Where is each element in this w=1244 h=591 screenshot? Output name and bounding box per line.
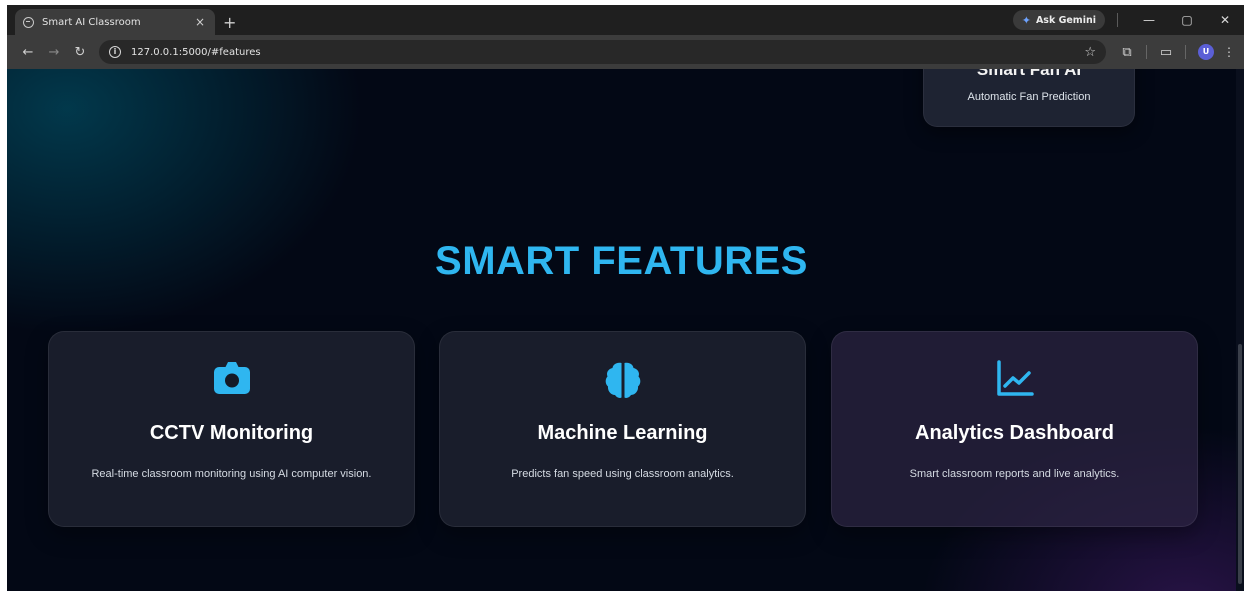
divider bbox=[1117, 13, 1118, 27]
forward-arrow-icon[interactable]: → bbox=[41, 45, 67, 60]
profile-avatar[interactable]: U bbox=[1198, 44, 1214, 60]
tab-close-icon[interactable]: × bbox=[193, 15, 207, 29]
feature-title: CCTV Monitoring bbox=[149, 422, 314, 444]
tab-strip: Smart AI Classroom × + ✦ Ask Gemini — ▢ … bbox=[7, 5, 1244, 35]
camera-icon bbox=[49, 360, 414, 400]
close-window-button[interactable]: ✕ bbox=[1206, 13, 1244, 27]
smart-fan-card: Smart Fan AI Automatic Fan Prediction bbox=[923, 69, 1135, 127]
feature-title: Analytics Dashboard bbox=[915, 422, 1114, 444]
feature-title: Machine Learning bbox=[537, 422, 708, 444]
page-scrollbar[interactable] bbox=[1236, 69, 1244, 591]
feature-description: Smart classroom reports and live analyti… bbox=[909, 468, 1120, 480]
scrollbar-thumb[interactable] bbox=[1238, 344, 1242, 584]
bookmark-star-icon[interactable]: ☆ bbox=[1084, 45, 1096, 60]
browser-window: Smart AI Classroom × + ✦ Ask Gemini — ▢ … bbox=[7, 5, 1244, 591]
restore-button[interactable]: ▢ bbox=[1168, 13, 1206, 27]
browser-tab[interactable]: Smart AI Classroom × bbox=[15, 9, 215, 35]
browser-toolbar: ← → ↻ i 127.0.0.1:5000/#features ☆ ⧉ ▭ U… bbox=[7, 35, 1244, 69]
tab-title: Smart AI Classroom bbox=[42, 16, 141, 28]
back-arrow-icon[interactable]: ← bbox=[15, 45, 41, 60]
new-tab-button[interactable]: + bbox=[223, 9, 236, 35]
chart-line-icon bbox=[832, 360, 1197, 400]
divider bbox=[1146, 45, 1147, 59]
globe-icon bbox=[23, 16, 34, 28]
feature-card-ml: Machine Learning Predicts fan speed usin… bbox=[439, 331, 806, 527]
feature-description: Real-time classroom monitoring using AI … bbox=[91, 468, 372, 480]
ask-gemini-label: Ask Gemini bbox=[1035, 14, 1096, 26]
minimize-button[interactable]: — bbox=[1130, 13, 1168, 27]
extensions-icon[interactable]: ⧉ bbox=[1112, 45, 1142, 60]
divider bbox=[1185, 45, 1186, 59]
gemini-sparkle-icon: ✦ bbox=[1021, 13, 1031, 27]
side-panel-icon[interactable]: ▭ bbox=[1151, 45, 1181, 60]
menu-kebab-icon[interactable]: ⋮ bbox=[1222, 45, 1236, 59]
page-viewport: Smart Fan AI Automatic Fan Prediction SM… bbox=[7, 69, 1244, 591]
toolbar-actions: ⧉ ▭ U ⋮ bbox=[1112, 44, 1236, 60]
feature-description: Predicts fan speed using classroom analy… bbox=[511, 468, 734, 480]
address-bar[interactable]: i 127.0.0.1:5000/#features ☆ bbox=[99, 40, 1106, 64]
reload-icon[interactable]: ↻ bbox=[67, 45, 93, 60]
smart-fan-card-title: Smart Fan AI bbox=[976, 69, 1082, 79]
site-info-icon[interactable]: i bbox=[109, 46, 121, 58]
section-title: SMART FEATURES bbox=[435, 239, 808, 283]
smart-fan-card-subtitle: Automatic Fan Prediction bbox=[967, 91, 1091, 103]
url-text[interactable]: 127.0.0.1:5000/#features bbox=[131, 47, 1084, 58]
feature-card-analytics: Analytics Dashboard Smart classroom repo… bbox=[831, 331, 1198, 527]
feature-card-cctv: CCTV Monitoring Real-time classroom moni… bbox=[48, 331, 415, 527]
ask-gemini-button[interactable]: ✦ Ask Gemini bbox=[1012, 10, 1105, 30]
tab-strip-right: ✦ Ask Gemini — ▢ ✕ bbox=[1012, 5, 1244, 35]
brain-icon bbox=[440, 360, 805, 400]
